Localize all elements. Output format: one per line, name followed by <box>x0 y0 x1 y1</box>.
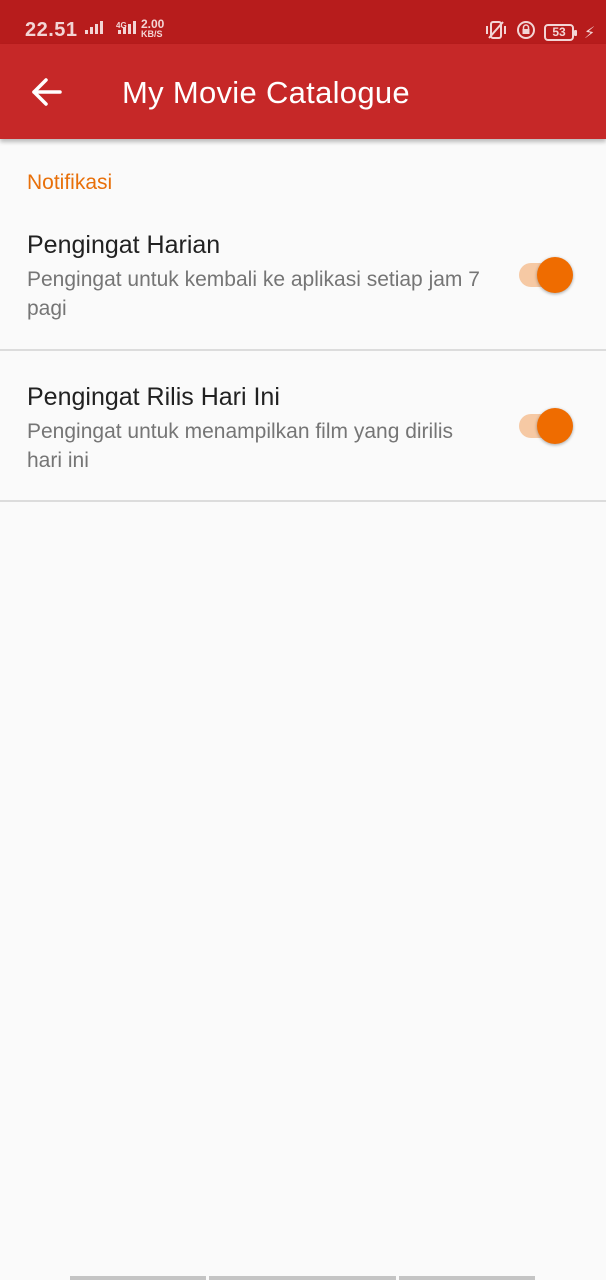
signal-4g-icon <box>118 21 136 34</box>
pref-summary: Pengingat untuk menampilkan film yang di… <box>27 420 454 472</box>
charging-icon: ⚡ <box>584 24 596 42</box>
arrow-left-icon <box>32 78 62 106</box>
signal-icon <box>85 21 103 34</box>
pref-title: Pengingat Harian <box>27 231 221 259</box>
status-icons: 53 ⚡ <box>484 20 595 45</box>
pref-summary: Pengingat untuk kembali ke aplikasi seti… <box>27 268 480 320</box>
nav-hint-center <box>209 1276 396 1280</box>
status-bar: 22.51 4G 2.00 KB/S 53 ⚡ <box>0 0 606 44</box>
pref-daily-reminder[interactable]: Pengingat Harian Pengingat untuk kembali… <box>0 200 606 350</box>
status-time: 22.51 <box>25 19 78 41</box>
pref-release-reminder[interactable]: Pengingat Rilis Hari Ini Pengingat untuk… <box>0 351 606 501</box>
pref-title: Pengingat Rilis Hari Ini <box>27 383 280 411</box>
daily-reminder-switch[interactable] <box>519 257 573 293</box>
speed-value: 2.00 <box>141 17 165 31</box>
switch-thumb <box>537 408 573 444</box>
page-title: My Movie Catalogue <box>122 75 410 110</box>
rotation-lock-icon <box>516 20 536 45</box>
network-speed: 2.00 KB/S <box>141 17 165 39</box>
battery-icon: 53 <box>544 24 577 41</box>
switch-thumb <box>537 257 573 293</box>
nav-hint-right <box>399 1276 535 1280</box>
nav-hint-left <box>70 1276 206 1280</box>
divider <box>0 500 606 502</box>
vibrate-icon <box>484 20 508 45</box>
app-bar: My Movie Catalogue <box>0 44 606 139</box>
back-button[interactable] <box>22 69 72 115</box>
release-reminder-switch[interactable] <box>519 408 573 444</box>
speed-unit: KB/S <box>141 29 163 39</box>
preference-category-title: Notifikasi <box>27 171 113 194</box>
